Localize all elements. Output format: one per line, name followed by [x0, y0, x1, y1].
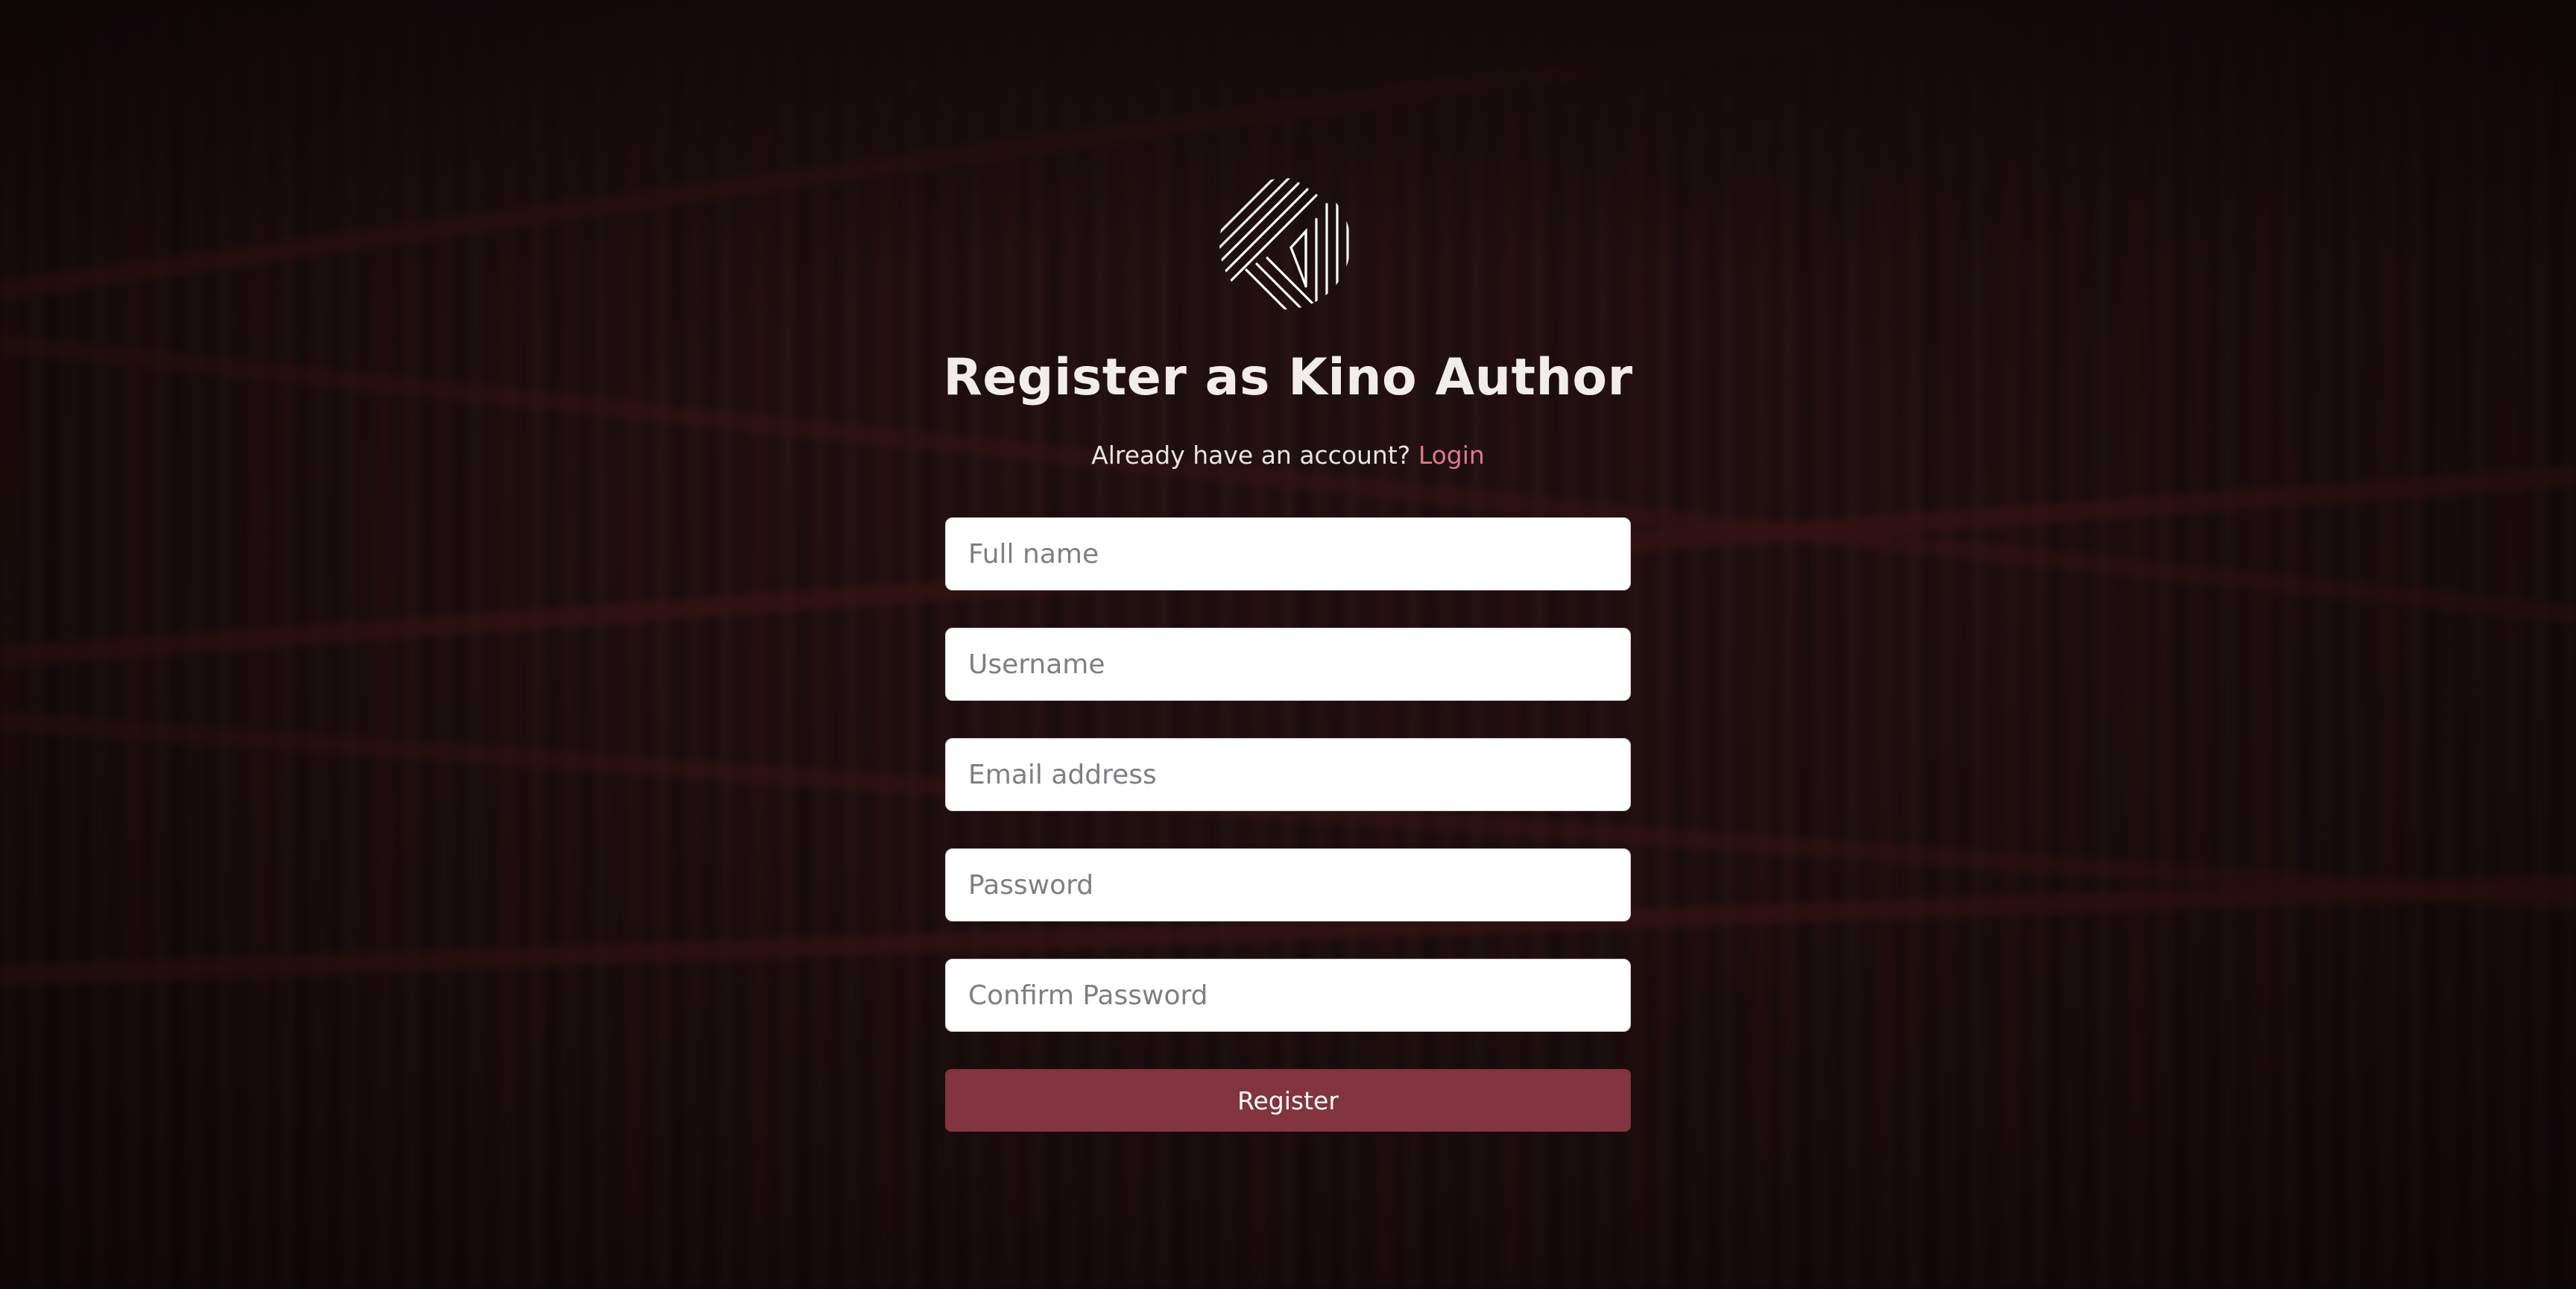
- login-prompt: Already have an account? Login: [0, 438, 2576, 473]
- register-content: Register as Kino Author Already have an …: [0, 0, 2576, 1289]
- confirm-password-input[interactable]: [945, 959, 1631, 1032]
- register-button[interactable]: Register: [945, 1069, 1631, 1132]
- username-input[interactable]: [945, 628, 1631, 701]
- email-input[interactable]: [945, 738, 1631, 811]
- login-prompt-text: Already have an account?: [1091, 441, 1411, 470]
- registration-form: Register: [945, 517, 1631, 1132]
- login-link[interactable]: Login: [1418, 441, 1485, 470]
- register-page: Register as Kino Author Already have an …: [0, 0, 2576, 1289]
- kino-logo-icon: [1219, 178, 1349, 309]
- password-input[interactable]: [945, 848, 1631, 921]
- page-title: Register as Kino Author: [943, 348, 1633, 407]
- full-name-input[interactable]: [945, 517, 1631, 590]
